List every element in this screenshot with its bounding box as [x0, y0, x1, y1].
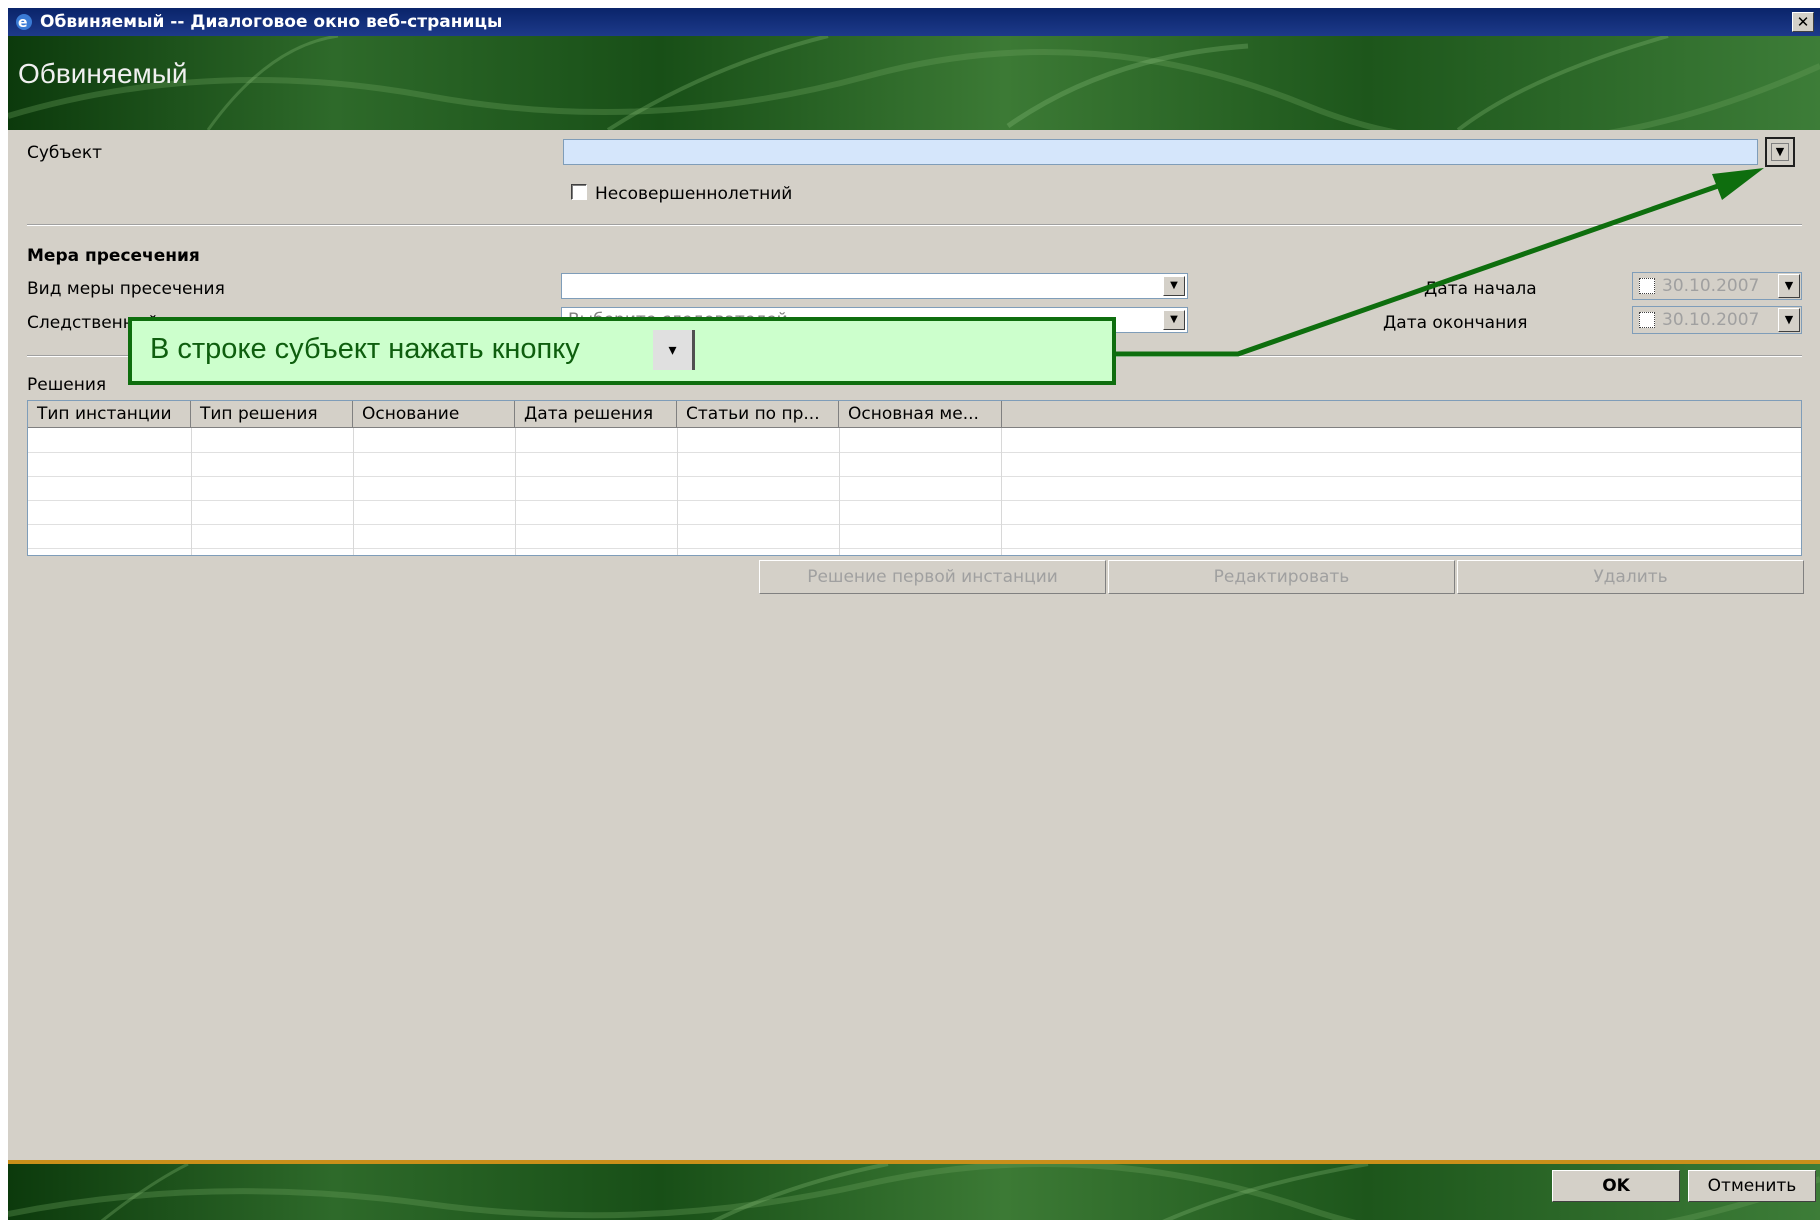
footer-texture — [8, 1164, 1820, 1220]
start-date-picker[interactable]: 30.10.2007 ▼ — [1632, 272, 1802, 300]
chevron-down-icon[interactable]: ▼ — [1163, 276, 1185, 296]
end-date-checkbox[interactable] — [1639, 312, 1655, 328]
minor-checkbox[interactable] — [571, 184, 587, 200]
delete-button[interactable]: Удалить — [1457, 560, 1804, 594]
subject-dropdown-button[interactable]: ▼ — [1765, 137, 1795, 167]
end-date-label: Дата окончания — [1383, 313, 1528, 333]
column-divider — [839, 428, 840, 555]
cancel-button[interactable]: Отменить — [1688, 1170, 1816, 1202]
chevron-down-icon[interactable]: ▼ — [1778, 274, 1800, 298]
table-row[interactable] — [28, 524, 1801, 525]
table-row[interactable] — [28, 476, 1801, 477]
callout-text: В строке субъект нажать кнопку — [150, 333, 580, 365]
minor-label: Несовершеннолетний — [595, 184, 793, 204]
close-button[interactable]: ✕ — [1792, 12, 1814, 32]
title-bar: e Обвиняемый -- Диалоговое окно веб-стра… — [8, 8, 1820, 36]
subject-label: Субъект — [27, 143, 103, 163]
ie-icon: e — [16, 14, 32, 31]
ok-button[interactable]: OK — [1552, 1170, 1680, 1202]
svg-text:e: e — [18, 15, 28, 31]
edit-button[interactable]: Редактировать — [1108, 560, 1455, 594]
first-instance-decision-button[interactable]: Решение первой инстанции — [759, 560, 1106, 594]
instruction-callout: В строке субъект нажать кнопку ▾ — [128, 317, 1116, 385]
chevron-down-icon[interactable]: ▼ — [1163, 310, 1185, 330]
chevron-down-icon: ▾ — [653, 330, 695, 370]
column-divider — [353, 428, 354, 555]
chevron-down-icon: ▼ — [1771, 143, 1789, 161]
chevron-down-icon[interactable]: ▼ — [1778, 308, 1800, 332]
measure-section-title: Мера пресечения — [27, 246, 200, 266]
table-row[interactable] — [28, 500, 1801, 501]
column-divider — [677, 428, 678, 555]
footer-banner — [8, 1160, 1820, 1220]
measure-type-select[interactable]: ▼ — [561, 273, 1188, 299]
column-divider — [515, 428, 516, 555]
start-date-value: 30.10.2007 — [1662, 276, 1760, 296]
start-date-checkbox[interactable] — [1639, 278, 1655, 294]
decisions-table[interactable]: Тип инстанции Тип решения Основание Дата… — [27, 400, 1802, 556]
column-divider — [191, 428, 192, 555]
table-header: Тип инстанции Тип решения Основание Дата… — [28, 401, 1801, 428]
start-date-label: Дата начала — [1424, 279, 1537, 299]
column-header-decision-date[interactable]: Дата решения — [515, 401, 677, 427]
measure-type-label: Вид меры пресечения — [27, 279, 225, 299]
banner-texture — [8, 36, 1820, 130]
dialog-window: e Обвиняемый -- Диалоговое окно веб-стра… — [8, 8, 1820, 1220]
column-header-main-measure[interactable]: Основная ме... — [839, 401, 1002, 427]
column-divider — [1001, 428, 1002, 555]
table-row[interactable] — [28, 548, 1801, 549]
end-date-value: 30.10.2007 — [1662, 310, 1760, 330]
header-banner: Обвиняемый — [8, 36, 1820, 130]
page-title: Обвиняемый — [18, 58, 188, 89]
subject-field[interactable] — [563, 139, 1758, 165]
column-header-instance-type[interactable]: Тип инстанции — [28, 401, 191, 427]
window-title: Обвиняемый -- Диалоговое окно веб-страни… — [40, 12, 503, 32]
column-header-articles[interactable]: Статьи по пр... — [677, 401, 839, 427]
column-header-basis[interactable]: Основание — [353, 401, 515, 427]
end-date-picker[interactable]: 30.10.2007 ▼ — [1632, 306, 1802, 334]
column-header-decision-type[interactable]: Тип решения — [191, 401, 353, 427]
table-row[interactable] — [28, 452, 1801, 453]
decisions-section-title: Решения — [27, 375, 107, 395]
divider — [27, 224, 1802, 226]
